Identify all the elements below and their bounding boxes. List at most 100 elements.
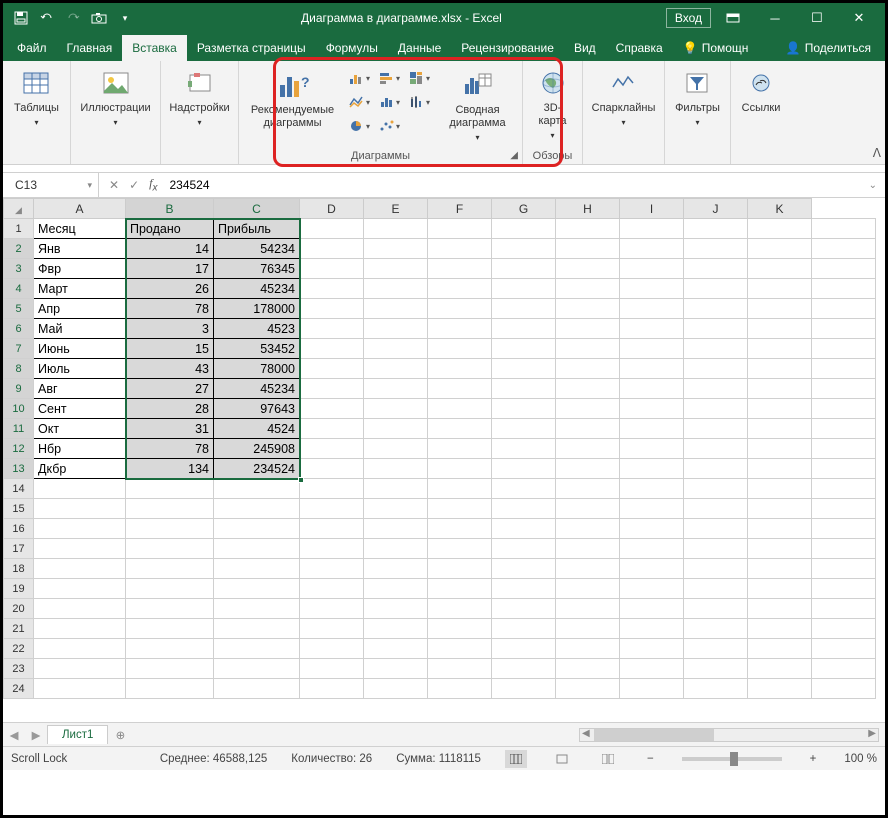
cell[interactable] <box>684 419 748 439</box>
row-header[interactable]: 15 <box>4 499 34 519</box>
cell[interactable]: 78 <box>126 299 214 319</box>
cell[interactable] <box>684 479 748 499</box>
cell[interactable] <box>556 219 620 239</box>
cell[interactable] <box>364 299 428 319</box>
cell[interactable] <box>812 499 876 519</box>
cell[interactable] <box>620 439 684 459</box>
row-header[interactable]: 3 <box>4 259 34 279</box>
cell[interactable] <box>556 639 620 659</box>
cell[interactable] <box>214 659 300 679</box>
cell[interactable] <box>34 659 126 679</box>
cell[interactable] <box>428 639 492 659</box>
cell[interactable] <box>620 279 684 299</box>
cell[interactable] <box>214 579 300 599</box>
cell[interactable] <box>126 639 214 659</box>
minimize-button[interactable]: ─ <box>755 5 795 31</box>
cell[interactable]: 134 <box>126 459 214 479</box>
cell[interactable]: 28 <box>126 399 214 419</box>
cell[interactable] <box>492 479 556 499</box>
row-header[interactable]: 6 <box>4 319 34 339</box>
collapse-ribbon-icon[interactable]: ᐱ <box>873 146 881 160</box>
cell[interactable] <box>620 579 684 599</box>
tab-tellme[interactable]: 💡Помощн <box>673 35 759 61</box>
cell[interactable] <box>34 519 126 539</box>
cell[interactable] <box>812 299 876 319</box>
cell[interactable] <box>684 579 748 599</box>
cell[interactable] <box>620 619 684 639</box>
cell[interactable]: 178000 <box>214 299 300 319</box>
row-header[interactable]: 19 <box>4 579 34 599</box>
links-button[interactable]: Ссылки <box>738 65 785 117</box>
cell[interactable] <box>364 659 428 679</box>
cell[interactable] <box>300 499 364 519</box>
cell[interactable] <box>34 619 126 639</box>
row-header[interactable]: 23 <box>4 659 34 679</box>
cell[interactable] <box>556 359 620 379</box>
cell[interactable] <box>812 239 876 259</box>
column-header[interactable]: D <box>300 199 364 219</box>
cell[interactable] <box>428 499 492 519</box>
cell[interactable] <box>620 479 684 499</box>
cell[interactable]: Июнь <box>34 339 126 359</box>
cell[interactable] <box>492 359 556 379</box>
cell[interactable] <box>748 439 812 459</box>
cell[interactable] <box>364 339 428 359</box>
cell[interactable] <box>556 259 620 279</box>
sheet-tab[interactable]: Лист1 <box>47 725 108 744</box>
cell[interactable] <box>364 639 428 659</box>
maximize-button[interactable]: ☐ <box>797 5 837 31</box>
cell[interactable] <box>428 359 492 379</box>
cell[interactable] <box>812 659 876 679</box>
cell[interactable] <box>428 619 492 639</box>
cell[interactable] <box>300 519 364 539</box>
cell[interactable]: 78000 <box>214 359 300 379</box>
cell[interactable] <box>364 539 428 559</box>
row-header[interactable]: 16 <box>4 519 34 539</box>
cell[interactable] <box>620 219 684 239</box>
tab-review[interactable]: Рецензирование <box>451 35 564 61</box>
cell[interactable] <box>556 659 620 679</box>
cell[interactable] <box>684 359 748 379</box>
page-layout-view-icon[interactable] <box>551 750 573 768</box>
cell[interactable] <box>684 459 748 479</box>
cell[interactable] <box>300 659 364 679</box>
line-chart-icon[interactable] <box>346 91 374 113</box>
cell[interactable] <box>556 499 620 519</box>
sparklines-button[interactable]: Спарклайны▾ <box>588 65 660 130</box>
cell[interactable] <box>620 539 684 559</box>
cell[interactable] <box>34 639 126 659</box>
cell[interactable] <box>428 579 492 599</box>
cell[interactable] <box>364 619 428 639</box>
tab-home[interactable]: Главная <box>57 35 123 61</box>
cell[interactable] <box>684 339 748 359</box>
cell[interactable] <box>620 499 684 519</box>
cell[interactable]: 4523 <box>214 319 300 339</box>
cell[interactable] <box>556 459 620 479</box>
filters-button[interactable]: Фильтры▾ <box>671 65 724 130</box>
undo-icon[interactable] <box>35 6 59 30</box>
cell[interactable] <box>214 619 300 639</box>
cell[interactable] <box>364 379 428 399</box>
cell[interactable] <box>620 519 684 539</box>
cell[interactable]: Янв <box>34 239 126 259</box>
cell[interactable]: Май <box>34 319 126 339</box>
cell[interactable] <box>748 419 812 439</box>
cell[interactable] <box>34 499 126 519</box>
row-header[interactable]: 8 <box>4 359 34 379</box>
tab-insert[interactable]: Вставка <box>122 35 187 61</box>
cell[interactable] <box>748 559 812 579</box>
cell[interactable]: Сент <box>34 399 126 419</box>
cell[interactable]: 27 <box>126 379 214 399</box>
recommended-charts-button[interactable]: ? Рекомендуемые диаграммы <box>248 67 338 132</box>
cell[interactable] <box>126 659 214 679</box>
cell[interactable] <box>748 579 812 599</box>
cell[interactable] <box>556 339 620 359</box>
cell[interactable] <box>126 479 214 499</box>
cell[interactable] <box>214 539 300 559</box>
cell[interactable] <box>126 559 214 579</box>
cell[interactable] <box>620 319 684 339</box>
cell[interactable] <box>748 539 812 559</box>
cell[interactable] <box>812 359 876 379</box>
cell[interactable] <box>34 599 126 619</box>
cell[interactable] <box>812 259 876 279</box>
